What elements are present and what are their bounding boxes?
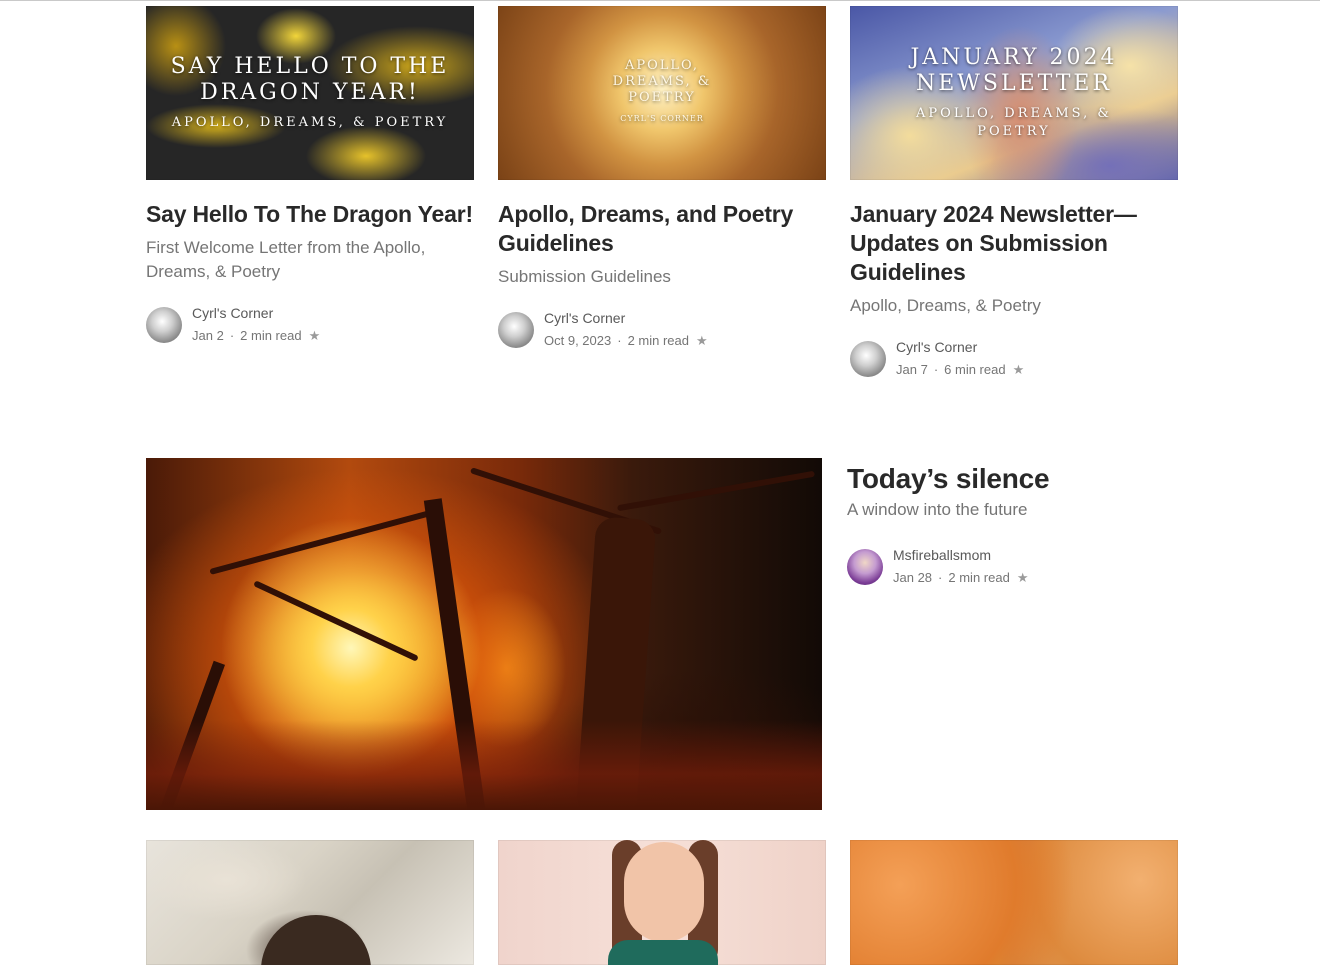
author-avatar[interactable]	[847, 549, 883, 585]
meta-separator: ·	[933, 362, 939, 377]
thumbnail-text: APOLLO, DREAMS, & POETRY CYRL'S CORNER	[498, 6, 826, 180]
artist-figure	[261, 915, 371, 965]
post-thumbnail-newsletter[interactable]: JANUARY 2024 NEWSLETTER APOLLO, DREAMS, …	[850, 6, 1178, 180]
tree-branch	[253, 580, 419, 662]
post-card-guidelines[interactable]: APOLLO, DREAMS, & POETRY CYRL'S CORNER A…	[498, 6, 826, 351]
post-date: Jan 7	[896, 362, 928, 377]
portrait-face	[624, 842, 704, 942]
post-date: Oct 9, 2023	[544, 333, 612, 348]
byline: Cyrl's Corner Jan 2 · 2 min read ★	[146, 304, 474, 346]
member-star-icon: ★	[1016, 570, 1029, 585]
post-thumbnail-sun[interactable]: APOLLO, DREAMS, & POETRY CYRL'S CORNER	[498, 6, 826, 180]
member-star-icon: ★	[308, 328, 321, 343]
post-card-dragon-year[interactable]: SAY HELLO TO THE DRAGON YEAR! APOLLO, DR…	[146, 6, 474, 346]
tree-branch	[616, 470, 816, 512]
author-avatar[interactable]	[146, 307, 182, 343]
byline: Cyrl's Corner Oct 9, 2023 · 2 min read ★	[498, 309, 826, 351]
author-name[interactable]: Cyrl's Corner	[192, 304, 320, 323]
meta-separator: ·	[229, 328, 235, 343]
thumbnail-text: SAY HELLO TO THE DRAGON YEAR! APOLLO, DR…	[146, 6, 474, 180]
post-date: Jan 28	[893, 570, 933, 585]
author-name[interactable]: Msfireballsmom	[893, 546, 1028, 565]
thumbnail-text: JANUARY 2024 NEWSLETTER APOLLO, DREAMS, …	[850, 6, 1178, 180]
forest-ground	[146, 720, 822, 810]
read-time: 2 min read	[948, 570, 1010, 585]
post-meta: Jan 7 · 6 min read ★	[896, 360, 1024, 380]
tree-branch	[209, 507, 443, 575]
post-thumbnail-artist[interactable]	[146, 840, 474, 965]
thumbnail-subtitle: APOLLO, DREAMS, & POETRY	[171, 115, 449, 130]
post-title[interactable]: Apollo, Dreams, and Poetry Guidelines	[498, 200, 826, 258]
post-subtitle[interactable]: First Welcome Letter from the Apollo, Dr…	[146, 236, 474, 284]
thumbnail-title: APOLLO, DREAMS, & POETRY	[612, 58, 712, 105]
featured-post-title[interactable]: Today’s silence	[847, 462, 1050, 496]
portrait-sweater	[608, 940, 718, 965]
thumbnail-subtitle: CYRL'S CORNER	[620, 114, 704, 123]
post-title[interactable]: Say Hello To The Dragon Year!	[146, 200, 474, 229]
featured-post-subtitle[interactable]: A window into the future	[847, 498, 1028, 522]
post-date: Jan 2	[192, 328, 224, 343]
byline: Cyrl's Corner Jan 7 · 6 min read ★	[850, 338, 1178, 380]
post-meta: Oct 9, 2023 · 2 min read ★	[544, 331, 708, 351]
thumbnail-title: JANUARY 2024 NEWSLETTER	[910, 45, 1118, 96]
post-thumbnail-woman[interactable]	[498, 840, 826, 965]
meta-separator: ·	[938, 570, 943, 585]
post-meta: Jan 28 · 2 min read ★	[893, 568, 1028, 588]
post-title[interactable]: January 2024 Newsletter—Updates on Submi…	[850, 200, 1178, 287]
author-name[interactable]: Cyrl's Corner	[896, 338, 1024, 357]
author-avatar[interactable]	[498, 312, 534, 348]
post-thumbnail-roses[interactable]	[850, 840, 1178, 965]
meta-separator: ·	[617, 333, 622, 348]
post-card-newsletter[interactable]: JANUARY 2024 NEWSLETTER APOLLO, DREAMS, …	[850, 6, 1178, 380]
read-time: 6 min read	[944, 362, 1006, 377]
post-thumbnail-dragon[interactable]: SAY HELLO TO THE DRAGON YEAR! APOLLO, DR…	[146, 6, 474, 180]
featured-post-image[interactable]	[146, 458, 822, 810]
post-subtitle[interactable]: Submission Guidelines	[498, 265, 826, 289]
featured-byline: Msfireballsmom Jan 28 · 2 min read ★	[847, 546, 1028, 588]
author-avatar[interactable]	[850, 341, 886, 377]
read-time: 2 min read	[627, 333, 689, 348]
member-star-icon: ★	[1012, 362, 1025, 377]
post-meta: Jan 2 · 2 min read ★	[192, 326, 320, 346]
member-star-icon: ★	[695, 333, 708, 348]
post-subtitle[interactable]: Apollo, Dreams, & Poetry	[850, 294, 1178, 318]
author-name[interactable]: Cyrl's Corner	[544, 309, 708, 328]
thumbnail-subtitle: APOLLO, DREAMS, & POETRY	[916, 106, 1112, 139]
thumbnail-title: SAY HELLO TO THE DRAGON YEAR!	[170, 54, 450, 105]
read-time: 2 min read	[240, 328, 302, 343]
top-divider	[0, 0, 1320, 1]
